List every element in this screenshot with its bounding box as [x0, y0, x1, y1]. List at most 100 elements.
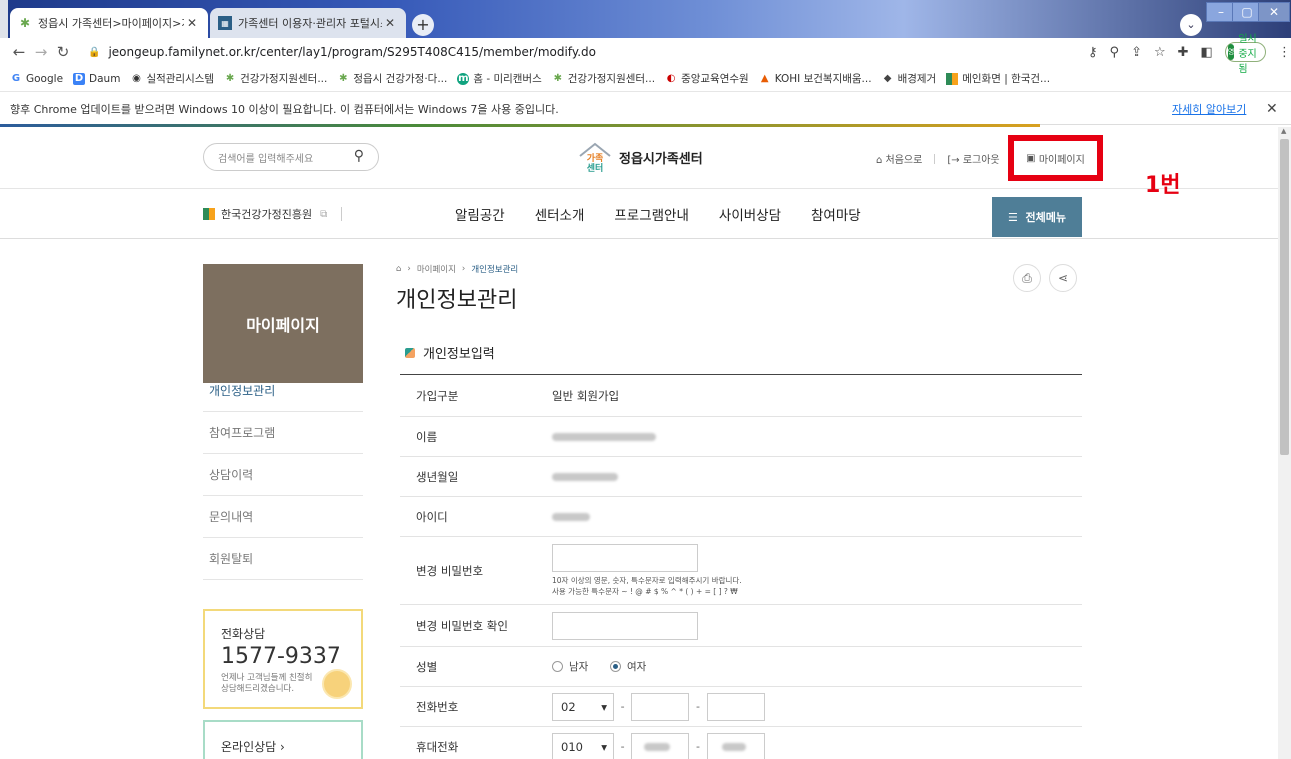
- tab-close-icon[interactable]: ✕: [382, 16, 398, 30]
- menu-programs[interactable]: 프로그램안내: [614, 204, 689, 224]
- window-close-icon[interactable]: ✕: [1258, 2, 1290, 22]
- mobile-last-input[interactable]: [706, 732, 765, 759]
- share-icon[interactable]: ⋖: [1049, 264, 1077, 292]
- print-icon[interactable]: ⎙: [1013, 264, 1041, 292]
- bookmark-kohi[interactable]: ▲ KOHI 보건복지배움...: [759, 71, 872, 86]
- bookmark-central-training[interactable]: ◐ 중앙교육연수원: [665, 71, 749, 86]
- bookmark-daum[interactable]: D Daum: [73, 72, 120, 85]
- bookmark-jeongeup[interactable]: ✱ 정읍시 건강가정·다...: [337, 71, 447, 86]
- zoom-icon[interactable]: ⚲: [1110, 45, 1120, 60]
- key-icon[interactable]: ⚷: [1088, 45, 1098, 60]
- online-counsel-link[interactable]: 온라인상담 ›: [203, 720, 363, 759]
- bookmark-remove-bg[interactable]: ◆ 배경제거: [882, 71, 937, 86]
- leaf-icon: ✱: [553, 73, 562, 84]
- search-icon[interactable]: ⚲: [354, 148, 364, 164]
- bookmark-family-support[interactable]: ✱ 건강가정지원센터...: [224, 71, 328, 86]
- browser-tabstrip: ✱ 정읍시 가족센터>마이페이지>개 ✕ ▦ 가족센터 이용자·관리자 포털시스…: [0, 0, 1291, 38]
- learn-more-link[interactable]: 자세히 알아보기: [1172, 101, 1246, 117]
- gender-female-radio[interactable]: 여자: [609, 659, 646, 674]
- removebg-icon: ◆: [883, 73, 892, 84]
- bookmark-performance[interactable]: ◉ 실적관리시스템: [130, 71, 214, 86]
- lnb-item-inquiries[interactable]: 문의내역: [203, 496, 363, 538]
- password-help-2: 사용 가능한 특수문자 ~ ! @ # $ % ^ * ( ) + = [ ] …: [552, 586, 738, 596]
- bookmark-kidf-main[interactable]: 메인화면 | 한국건...: [946, 71, 1050, 86]
- counselor-avatar-icon: [322, 669, 352, 699]
- menu-cyber-counsel[interactable]: 사이버상담: [719, 204, 781, 224]
- profile-sync-button[interactable]: 영중 일시중지됨: [1224, 34, 1267, 75]
- scroll-up-icon[interactable]: ▲: [1281, 127, 1286, 135]
- kidf-link[interactable]: 한국건강가정진흥원 ⧉: [203, 206, 343, 222]
- url-text: jeongeup.familynet.or.kr/center/lay1/pro…: [108, 45, 596, 59]
- google-icon: G: [11, 73, 21, 84]
- mobile-mid-input[interactable]: [631, 732, 690, 759]
- new-password-input[interactable]: [552, 544, 698, 573]
- forward-arrow-icon[interactable]: →: [30, 43, 52, 61]
- section-title: 개인정보입력: [405, 343, 495, 362]
- logout-icon: [→: [947, 155, 963, 166]
- password-confirm-input[interactable]: [552, 611, 698, 640]
- content-utils: ⎙ ⋖: [1013, 264, 1077, 292]
- new-tab-button[interactable]: +: [412, 14, 434, 36]
- bookmark-family-support-2[interactable]: ✱ 건강가정지원센터...: [552, 71, 656, 86]
- tab-title: 가족센터 이용자·관리자 포털시스: [238, 17, 382, 30]
- phone-label: 전화번호: [416, 699, 459, 714]
- lnb-item-withdraw[interactable]: 회원탈퇴: [203, 538, 363, 580]
- browser-tab-familycenter[interactable]: ✱ 정읍시 가족센터>마이페이지>개 ✕: [10, 8, 208, 38]
- scrollbar-thumb[interactable]: [1280, 139, 1289, 455]
- tab-close-icon[interactable]: ✕: [184, 16, 200, 30]
- menu-about[interactable]: 센터소개: [535, 204, 585, 224]
- breadcrumb-mypage[interactable]: 마이페이지: [417, 263, 456, 275]
- mypage-icon: ▣: [1026, 152, 1039, 164]
- hamburger-icon: ☰: [1007, 210, 1026, 224]
- bookmark-star-icon[interactable]: ☆: [1154, 45, 1166, 60]
- extensions-puzzle-icon[interactable]: ✚: [1178, 45, 1189, 60]
- tab-search-icon[interactable]: ⌄: [1180, 14, 1202, 36]
- menu-notice[interactable]: 알림공간: [455, 204, 505, 224]
- home-icon[interactable]: ⌂: [396, 264, 401, 274]
- birth-value-redacted: [552, 473, 618, 481]
- id-value-redacted: [552, 513, 590, 521]
- breadcrumb-sep: ›: [407, 264, 411, 274]
- home-link[interactable]: ⌂ 처음으로: [876, 151, 922, 166]
- page-scrollbar[interactable]: ▲: [1278, 127, 1291, 759]
- phone-prefix-select[interactable]: 02 ▾: [552, 692, 614, 721]
- share-icon[interactable]: ⇪: [1131, 45, 1142, 60]
- site-logo[interactable]: 가족 센터 정읍시가족센터: [577, 139, 703, 175]
- mobile-prefix-select[interactable]: 010 ▾: [552, 732, 614, 759]
- phone-mid-input[interactable]: [631, 692, 690, 721]
- reload-icon[interactable]: ↻: [52, 43, 74, 61]
- row-password: 변경 비밀번호 10자 이상의 영문, 숫자, 특수문자로 입력해주시기 바랍니…: [400, 537, 1082, 605]
- name-label: 이름: [416, 429, 438, 444]
- daum-icon: D: [73, 72, 86, 85]
- site-search-input[interactable]: 검색어를 입력해주세요 ⚲: [203, 143, 379, 171]
- browser-toolbar: ← → ↻ 🔒 jeongeup.familynet.or.kr/center/…: [0, 34, 1291, 75]
- menu-participation[interactable]: 참여마당: [811, 204, 861, 224]
- all-menu-button[interactable]: ☰ 전체메뉴: [992, 197, 1082, 237]
- back-arrow-icon[interactable]: ←: [8, 43, 30, 61]
- browser-tab-portal[interactable]: ▦ 가족센터 이용자·관리자 포털시스 ✕: [210, 8, 406, 38]
- mypage-link[interactable]: ▣ 마이페이지: [1008, 135, 1103, 181]
- lnb-title: 마이페이지: [203, 264, 363, 383]
- phone-last-input[interactable]: [706, 692, 765, 721]
- breadcrumb-current: 개인정보관리: [471, 265, 519, 275]
- logout-link[interactable]: [→ 로그아웃: [947, 151, 999, 166]
- infobar-close-icon[interactable]: ✕: [1266, 101, 1278, 117]
- lnb-item-personal-info[interactable]: 개인정보관리: [203, 370, 363, 412]
- lnb-item-counsel-history[interactable]: 상담이력: [203, 454, 363, 496]
- password-help-1: 10자 이상의 영문, 숫자, 특수문자로 입력해주시기 바랍니다.: [552, 576, 742, 586]
- row-id: 아이디: [400, 497, 1082, 537]
- lnb-item-programs[interactable]: 참여프로그램: [203, 412, 363, 454]
- address-bar[interactable]: 🔒 jeongeup.familynet.or.kr/center/lay1/p…: [88, 41, 1158, 63]
- kohi-icon: ▲: [760, 73, 769, 84]
- leaf-icon: ✱: [339, 73, 348, 84]
- join-type-value: 일반 회원가입: [552, 388, 620, 403]
- browser-menu-icon[interactable]: ⋮: [1278, 45, 1291, 60]
- bookmark-miricanvas[interactable]: m홈 - 미리캔버스: [457, 71, 542, 86]
- gender-male-radio[interactable]: 남자: [552, 659, 588, 674]
- mobile-label: 휴대전화: [416, 739, 459, 754]
- dash: -: [695, 740, 700, 753]
- side-panel-icon[interactable]: ◧: [1201, 45, 1213, 60]
- radio-off-icon: [552, 660, 563, 672]
- bookmarks-bar: G Google D Daum ◉ 실적관리시스템 ✱ 건강가정지원센터... ✱ 정읍시…: [0, 66, 1291, 92]
- bookmark-google[interactable]: G Google: [10, 73, 63, 85]
